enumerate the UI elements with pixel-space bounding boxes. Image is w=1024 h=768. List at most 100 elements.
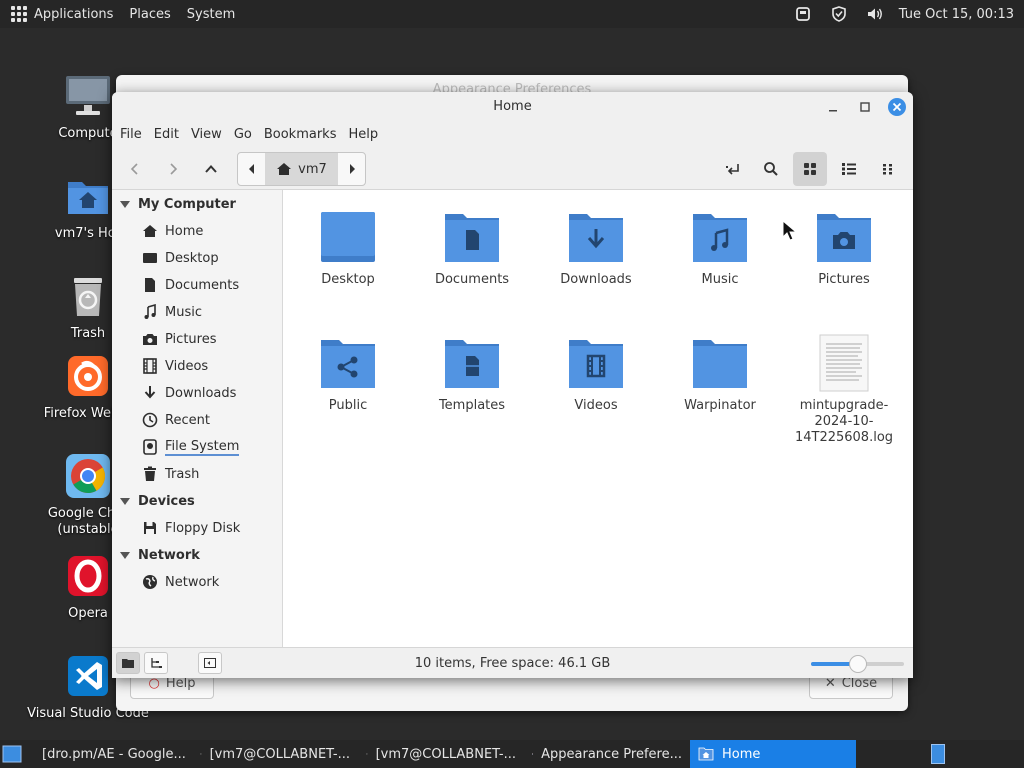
folder-public-icon (319, 334, 377, 392)
file-item-desktop[interactable]: Desktop (293, 208, 403, 288)
places-sidebar-toggle[interactable] (116, 652, 140, 674)
sidebar-item-label: Home (165, 223, 204, 239)
sidebar-section-network[interactable]: Network (120, 545, 200, 565)
clock[interactable]: Tue Oct 15, 00:13 (893, 7, 1024, 22)
list-view-button[interactable] (832, 152, 866, 186)
menu-bookmarks[interactable]: Bookmarks (258, 127, 343, 142)
sidebar-section-devices[interactable]: Devices (120, 491, 195, 511)
file-item-pictures[interactable]: Pictures (789, 208, 899, 288)
system-menu[interactable]: System (179, 0, 243, 28)
maximize-button[interactable] (853, 95, 877, 119)
zoom-slider-handle[interactable] (849, 655, 867, 673)
computer-icon (64, 72, 112, 120)
expander-icon (120, 497, 130, 505)
file-name: Music (701, 272, 739, 287)
icon-view-button[interactable] (793, 152, 827, 186)
home-folder-icon (64, 172, 112, 220)
menu-view[interactable]: View (185, 127, 228, 142)
file-name: Desktop (321, 272, 375, 287)
sidebar-item-documents[interactable]: Documents (142, 274, 239, 296)
applications-label: Applications (34, 6, 114, 22)
file-name-line: mintupgrade- (799, 398, 889, 413)
task-chrome[interactable]: [dro.pm/AE - Google... (26, 740, 192, 768)
sidebar-item-label: Recent (165, 412, 210, 428)
file-item-videos[interactable]: Videos (541, 334, 651, 414)
sidebar-item-videos[interactable]: Videos (142, 355, 208, 377)
drive-icon (142, 439, 158, 455)
hide-sidebar-button[interactable] (198, 652, 222, 674)
sidebar-item-home[interactable]: Home (142, 220, 203, 242)
window-titlebar[interactable]: Home (112, 92, 913, 121)
folder-music-icon (691, 208, 749, 266)
sidebar-item-file-system[interactable]: File System (142, 436, 240, 458)
task-label: [vm7@COLLABNET-... (209, 746, 350, 762)
applications-menu[interactable]: Applications (0, 0, 121, 28)
music-icon (142, 304, 158, 320)
file-name-line: 14T225608.log (794, 430, 894, 445)
file-item-documents[interactable]: Documents (417, 208, 527, 288)
file-item-templates[interactable]: Templates (417, 334, 527, 414)
sidebar-item-desktop[interactable]: Desktop (142, 247, 219, 269)
menu-file[interactable]: File (114, 127, 148, 142)
task-terminal-2[interactable]: [vm7@COLLABNET-... (358, 740, 524, 768)
window-close-button[interactable] (885, 95, 909, 119)
sidebar-item-floppy-disk[interactable]: Floppy Disk (142, 517, 240, 539)
file-item-warpinator[interactable]: Warpinator (665, 334, 775, 414)
globe-icon (142, 574, 158, 590)
sidebar-item-label: Trash (165, 466, 200, 482)
sidebar-item-downloads[interactable]: Downloads (142, 382, 236, 404)
task-home[interactable]: Home (690, 740, 856, 768)
menu-edit[interactable]: Edit (148, 127, 185, 142)
sidebar-item-label: File System (165, 438, 240, 456)
sidebar-item-network[interactable]: Network (142, 571, 219, 593)
sidebar-item-music[interactable]: Music (142, 301, 202, 323)
path-right-arrow[interactable] (338, 153, 365, 185)
menu-go[interactable]: Go (228, 127, 258, 142)
volume-icon[interactable] (857, 0, 893, 28)
status-bar: 10 items, Free space: 46.1 GB (112, 647, 913, 678)
sidebar-section-label: My Computer (138, 196, 236, 212)
path-crumb-home[interactable]: vm7 (265, 153, 338, 185)
minimize-button[interactable] (821, 95, 845, 119)
file-item-mintupgrade-log[interactable]: mintupgrade- 2024-10- 14T225608.log (789, 334, 899, 446)
file-manager-window[interactable]: Home File Edit View Go Bookmarks Help vm… (112, 92, 913, 678)
desktop-icon (142, 250, 158, 266)
sidebar-item-pictures[interactable]: Pictures (142, 328, 216, 350)
zoom-slider[interactable] (811, 655, 904, 673)
up-button[interactable] (194, 152, 228, 186)
sidebar-item-label: Documents (165, 277, 240, 293)
folder-pictures-icon (815, 208, 873, 266)
forward-button[interactable] (156, 152, 190, 186)
compact-view-button[interactable] (871, 152, 905, 186)
path-left-arrow[interactable] (238, 153, 265, 185)
file-item-downloads[interactable]: Downloads (541, 208, 651, 288)
places-menu[interactable]: Places (121, 0, 178, 28)
notifications-icon[interactable] (785, 0, 821, 28)
tree-sidebar-toggle[interactable] (144, 652, 168, 674)
toolbar: vm7 (112, 148, 913, 190)
task-appearance-preferences[interactable]: Appearance Prefere... (524, 740, 690, 768)
file-name: Warpinator (684, 398, 756, 413)
file-item-public[interactable]: Public (293, 334, 403, 414)
back-button[interactable] (118, 152, 152, 186)
sidebar-item-label: Music (165, 304, 202, 320)
search-button[interactable] (754, 152, 788, 186)
menu-help[interactable]: Help (342, 127, 384, 142)
workspace-switcher[interactable] (931, 744, 945, 764)
sidebar-section-my-computer[interactable]: My Computer (120, 194, 236, 214)
sidebar-section-label: Devices (138, 493, 195, 509)
sidebar-item-recent[interactable]: Recent (142, 409, 210, 431)
trash-icon (142, 466, 158, 482)
sidebar-item-label: Floppy Disk (165, 520, 241, 536)
show-desktop-button[interactable] (0, 740, 26, 768)
sidebar: My Computer Home Desktop Documents Music… (112, 190, 283, 647)
task-terminal-1[interactable]: [vm7@COLLABNET-... (192, 740, 358, 768)
camera-icon (142, 331, 158, 347)
apps-grid-icon (11, 6, 27, 22)
home-icon (277, 163, 292, 175)
sidebar-item-trash[interactable]: Trash (142, 463, 199, 485)
file-name: Public (328, 398, 368, 413)
shield-icon[interactable] (821, 0, 857, 28)
location-toggle-button[interactable] (716, 152, 750, 186)
file-item-music[interactable]: Music (665, 208, 775, 288)
